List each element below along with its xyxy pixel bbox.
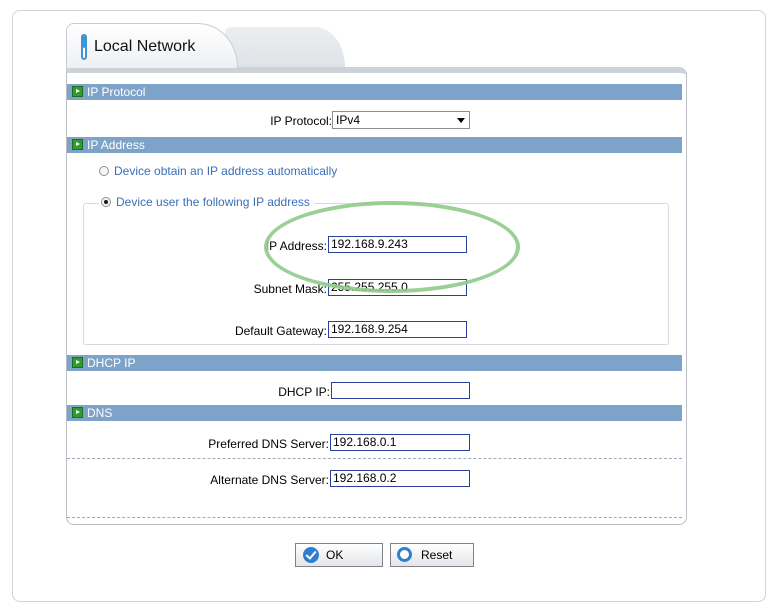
green-arrow-icon [72, 139, 83, 150]
subnet-mask-input[interactable]: 255.255.255.0 [328, 279, 467, 296]
inactive-tab[interactable] [225, 27, 345, 67]
radio-use-following-ip[interactable]: Device user the following IP address [99, 195, 314, 209]
tab-title: Local Network [94, 38, 196, 55]
subnet-mask-label: Subnet Mask: [253, 282, 327, 296]
radio-obtain-automatically[interactable]: Device obtain an IP address automaticall… [99, 164, 337, 178]
section-header-ip-protocol: IP Protocol [67, 84, 682, 100]
preferred-dns-label: Preferred DNS Server: [208, 437, 329, 451]
ip-address-label: IP Address: [265, 239, 327, 253]
ip-protocol-select[interactable]: IPv4 [332, 111, 470, 129]
section-header-dhcp-ip: DHCP IP [67, 355, 682, 371]
default-gateway-label: Default Gateway: [234, 324, 327, 338]
section-header-dns: DNS [67, 405, 682, 421]
dhcp-ip-input[interactable] [331, 382, 470, 399]
preferred-dns-input[interactable]: 192.168.0.1 [330, 434, 470, 451]
divider [67, 517, 682, 518]
radio-button[interactable] [99, 166, 109, 176]
ip-protocol-label: IP Protocol: [270, 114, 332, 128]
dhcp-ip-label: DHCP IP: [278, 385, 330, 399]
tab-pill-icon [81, 34, 87, 60]
tab-local-network[interactable]: Local Network [66, 23, 238, 68]
green-arrow-icon [72, 86, 83, 97]
ok-button[interactable]: OK [295, 543, 383, 567]
reset-button[interactable]: Reset [390, 543, 474, 567]
section-header-ip-address: IP Address [67, 137, 682, 153]
alternate-dns-input[interactable]: 192.168.0.2 [330, 470, 470, 487]
ip-address-input[interactable]: 192.168.9.243 [328, 236, 467, 253]
radio-button-checked[interactable] [101, 197, 111, 207]
green-arrow-icon [72, 407, 83, 418]
checkmark-icon [303, 547, 319, 563]
alternate-dns-label: Alternate DNS Server: [210, 473, 329, 487]
settings-panel: IP Protocol IP Protocol: IPv4 IP Address… [66, 67, 687, 525]
chevron-down-icon [457, 118, 465, 123]
circle-icon [397, 547, 412, 562]
default-gateway-input[interactable]: 192.168.9.254 [328, 321, 467, 338]
green-arrow-icon [72, 357, 83, 368]
divider [67, 458, 682, 459]
